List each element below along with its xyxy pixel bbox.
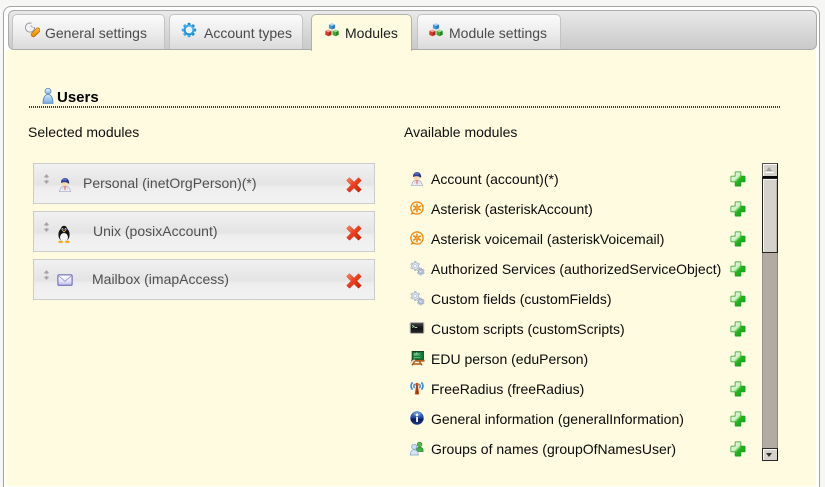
svg-text:abc: abc (414, 352, 421, 357)
